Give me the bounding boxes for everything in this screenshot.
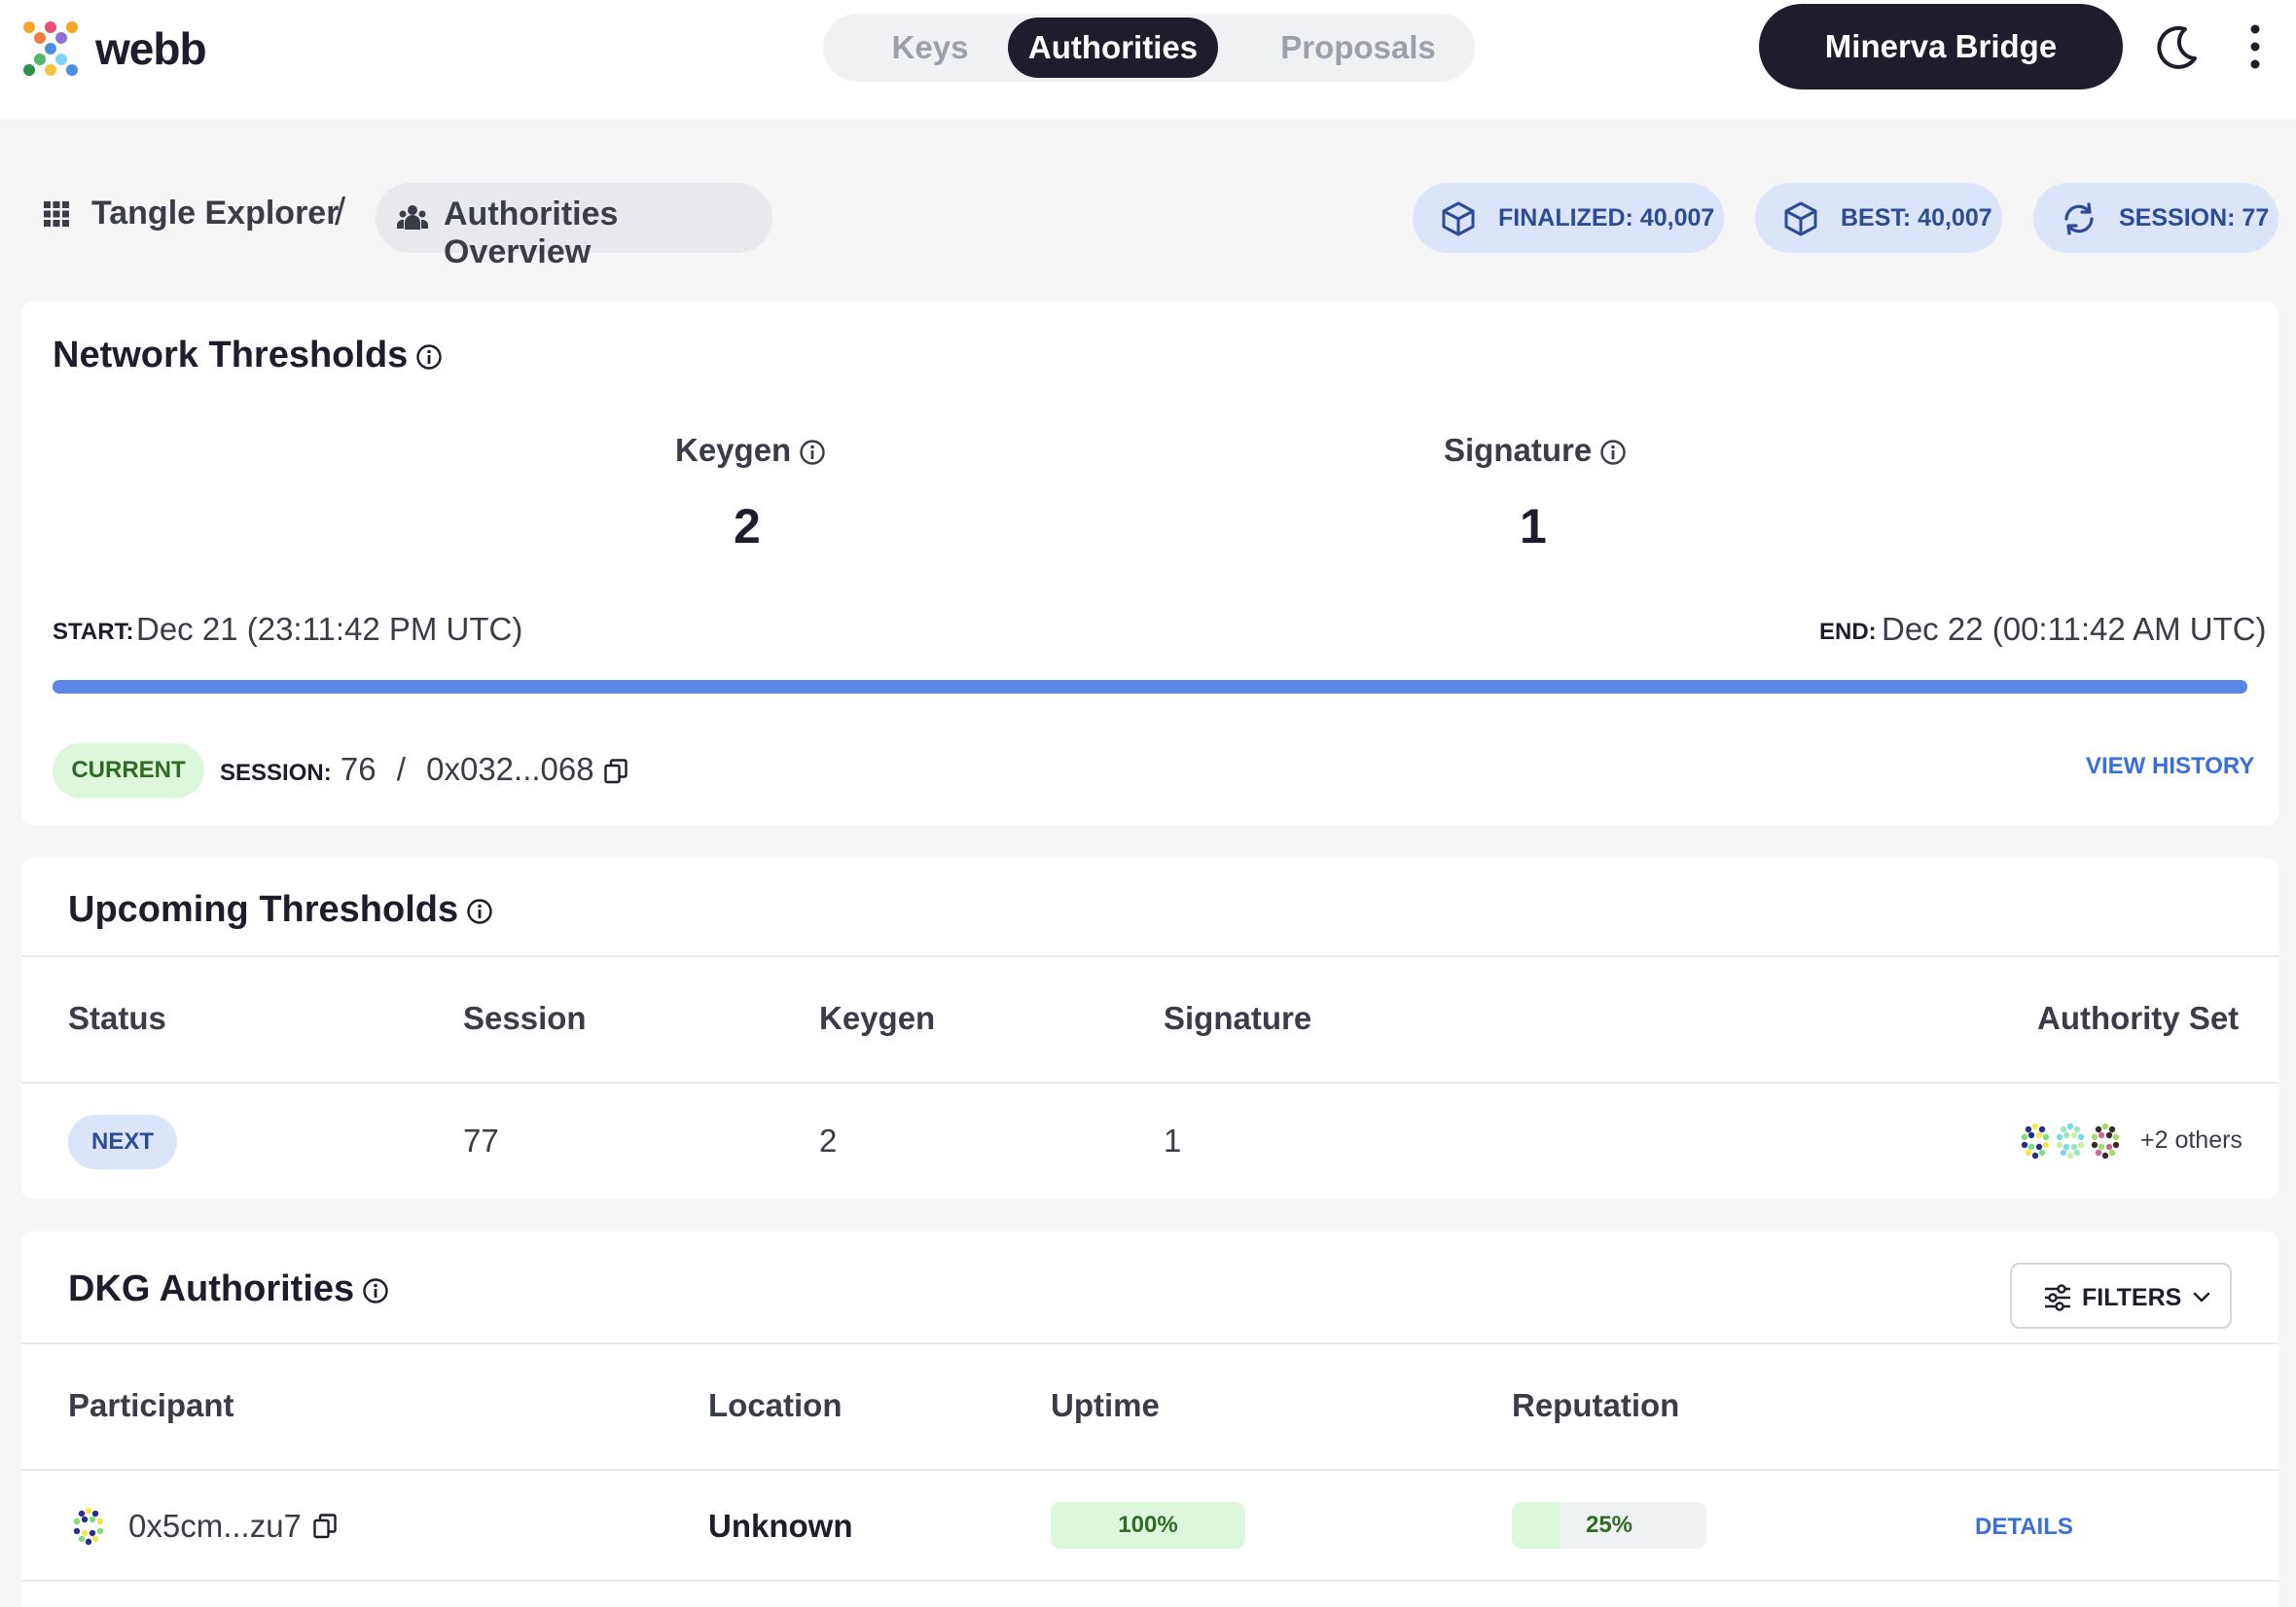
breadcrumb-separator: / [335, 191, 346, 233]
webb-logo[interactable]: webb [21, 19, 207, 78]
signature-label-text: Signature [1444, 432, 1593, 468]
tab-proposals[interactable]: Proposals [1251, 18, 1465, 78]
reputation-value: 25% [1585, 1512, 1633, 1538]
session-key: 0x032...068 [426, 751, 594, 787]
details-link[interactable]: DETAILS [1975, 1514, 2073, 1541]
column-header-keygen: Keygen [819, 1000, 936, 1036]
dkg-authorities-title: DKG Authorities [68, 1268, 389, 1310]
copy-icon[interactable] [313, 1514, 337, 1539]
info-icon[interactable] [415, 343, 443, 371]
column-header-uptime: Uptime [1051, 1387, 1160, 1423]
brand-name: webb [95, 23, 207, 74]
avatar [73, 1507, 104, 1546]
divider [21, 1580, 2278, 1582]
avatar [2052, 1123, 2089, 1160]
current-session-info: SESSION: 76 / 0x032...068 [220, 751, 628, 788]
divider [21, 1082, 2278, 1084]
upcoming-thresholds-card: Upcoming Thresholds Status Session Keyge… [21, 858, 2278, 1198]
info-icon[interactable] [466, 898, 493, 925]
reputation-bar: 25% [1512, 1502, 1706, 1549]
breadcrumb-root-link[interactable]: Tangle Explorer [91, 195, 339, 232]
avatar [2017, 1123, 2054, 1160]
start-time: Dec 21 (23:11:42 PM UTC) [136, 611, 523, 647]
row-session: 77 [463, 1123, 499, 1159]
dkg-authorities-card: DKG Authorities FILTERS Participant Loca… [21, 1232, 2278, 1607]
keygen-threshold-value: 2 [734, 499, 761, 554]
grid-icon [44, 201, 69, 227]
signature-threshold-label: Signature [1444, 432, 1627, 469]
network-selector-button[interactable]: Minerva Bridge [1759, 4, 2123, 89]
column-header-authority-set: Authority Set [2037, 1000, 2240, 1036]
uptime-value: 100% [1118, 1512, 1178, 1538]
network-thresholds-card: Network Thresholds Keygen 2 Signature 1 … [21, 302, 2278, 825]
column-header-reputation: Reputation [1512, 1387, 1680, 1423]
column-header-session: Session [463, 1000, 587, 1036]
main-tabs: Keys Authorities Proposals [823, 14, 1475, 82]
column-header-participant: Participant [68, 1387, 234, 1423]
end-time: Dec 22 (00:11:42 AM UTC) [1882, 611, 2267, 647]
row-signature: 1 [1164, 1123, 1182, 1159]
start-label: START: [53, 619, 134, 645]
finalized-block-label: FINALIZED: 40,007 [1498, 204, 1715, 232]
moon-icon[interactable] [2150, 19, 2205, 74]
session-progress-bar [53, 680, 2247, 694]
more-vertical-icon[interactable] [2238, 19, 2273, 74]
keygen-label-text: Keygen [675, 432, 792, 468]
cube-icon [1784, 201, 1817, 236]
tab-authorities[interactable]: Authorities [1008, 18, 1218, 78]
info-icon[interactable] [362, 1277, 389, 1304]
copy-icon[interactable] [603, 759, 628, 784]
session-separator: / [396, 751, 406, 787]
chevron-down-icon [2193, 1292, 2210, 1303]
uptime-bar: 100% [1051, 1502, 1245, 1549]
column-header-location: Location [708, 1387, 843, 1423]
filters-label: FILTERS [2082, 1284, 2182, 1311]
session-label: SESSION: 77 [2119, 204, 2270, 232]
dkg-authorities-title-text: DKG Authorities [68, 1268, 355, 1309]
participant-address: 0x5cm...zu7 [128, 1508, 302, 1544]
best-block-label: BEST: 40,007 [1841, 204, 1992, 232]
network-thresholds-title: Network Thresholds [53, 335, 443, 376]
column-header-status: Status [68, 1000, 166, 1036]
top-navigation-bar: webb Keys Authorities Proposals Minerva … [0, 0, 2296, 119]
session-key-label: SESSION: [220, 760, 332, 786]
column-header-signature: Signature [1164, 1000, 1312, 1036]
next-status-badge: NEXT [68, 1115, 177, 1169]
tab-keys[interactable]: Keys [823, 18, 1037, 78]
best-block-chip: BEST: 40,007 [1755, 183, 2002, 253]
current-status-badge: CURRENT [53, 743, 204, 798]
divider [21, 1469, 2278, 1471]
view-history-link[interactable]: VIEW HISTORY [2086, 753, 2254, 780]
refresh-icon [2064, 202, 2094, 235]
network-thresholds-title-text: Network Thresholds [53, 335, 409, 375]
upcoming-thresholds-title: Upcoming Thresholds [68, 889, 493, 931]
info-icon[interactable] [799, 439, 826, 466]
upcoming-thresholds-title-text: Upcoming Thresholds [68, 889, 459, 930]
divider [21, 955, 2278, 957]
info-icon[interactable] [1599, 439, 1627, 466]
users-icon [397, 205, 428, 230]
keygen-threshold-label: Keygen [675, 432, 826, 469]
divider [21, 1342, 2278, 1344]
avatar [2087, 1123, 2124, 1160]
session-chip: SESSION: 77 [2033, 183, 2278, 253]
breadcrumb-current: Authorities Overview [376, 183, 772, 270]
breadcrumb-current-label: Authorities Overview [444, 196, 619, 270]
sliders-icon [2045, 1284, 2070, 1311]
cube-icon [1442, 201, 1475, 236]
finalized-block-chip: FINALIZED: 40,007 [1413, 183, 1724, 253]
authority-avatars[interactable] [2016, 1119, 2133, 1163]
webb-logo-icon [23, 21, 78, 76]
session-progress-fill [53, 680, 2247, 694]
session-number: 76 [340, 751, 377, 787]
authority-set-more[interactable]: +2 others [2140, 1126, 2242, 1155]
row-keygen: 2 [819, 1123, 838, 1159]
signature-threshold-value: 1 [1520, 499, 1547, 554]
filters-button[interactable]: FILTERS [2010, 1263, 2232, 1329]
end-label: END: [1819, 619, 1877, 645]
participant-location: Unknown [708, 1508, 853, 1544]
